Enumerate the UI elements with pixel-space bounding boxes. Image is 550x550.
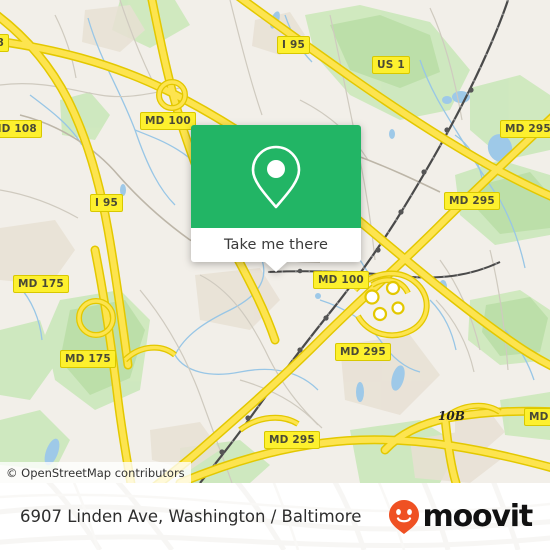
shield-us1: US 1 [372,56,410,74]
shield-md-295-right: MD 295 [444,192,500,210]
map-screen: 08 I 95 US 1 MD 100 MD 108 MD 295 MD 295… [0,0,550,550]
shield-md-right-edge: MD [524,408,550,426]
shield-i95-top: I 95 [277,36,310,54]
location-callout-card[interactable]: Take me there [191,125,361,272]
shield-md-175-top: MD 175 [13,275,69,293]
shield-md-295-topright: MD 295 [500,120,550,138]
moovit-wordmark: moovit [422,498,534,534]
osm-attribution-text: © OpenStreetMap contributors [6,465,185,480]
location-pin-icon [251,145,301,208]
shield-md-175-bottom: MD 175 [60,350,116,368]
shield-md-108-top: 08 [0,34,10,52]
shield-md-295-center: MD 295 [335,343,391,361]
address-label: 6907 Linden Ave, Washington / Baltimore [20,507,362,526]
exit-label-10b: 10B [438,409,465,423]
take-me-there-button[interactable]: Take me there [191,228,361,272]
shield-i95-left: I 95 [90,194,123,212]
shield-md-100-top: MD 100 [140,112,196,130]
map-canvas[interactable]: 08 I 95 US 1 MD 100 MD 108 MD 295 MD 295… [0,0,550,483]
callout-pin-area [191,125,361,228]
footer-bar: 6907 Linden Ave, Washington / Baltimore … [0,483,550,550]
moovit-smiley-pin-icon [388,499,419,534]
osm-attribution[interactable]: © OpenStreetMap contributors [0,462,191,483]
shield-md-295-bottom: MD 295 [264,431,320,449]
take-me-there-label: Take me there [223,237,329,253]
callout-tail [265,262,287,272]
moovit-brand: moovit [387,498,534,535]
shield-md-100-center: MD 100 [313,271,369,289]
shield-md-108-left: MD 108 [0,120,42,138]
